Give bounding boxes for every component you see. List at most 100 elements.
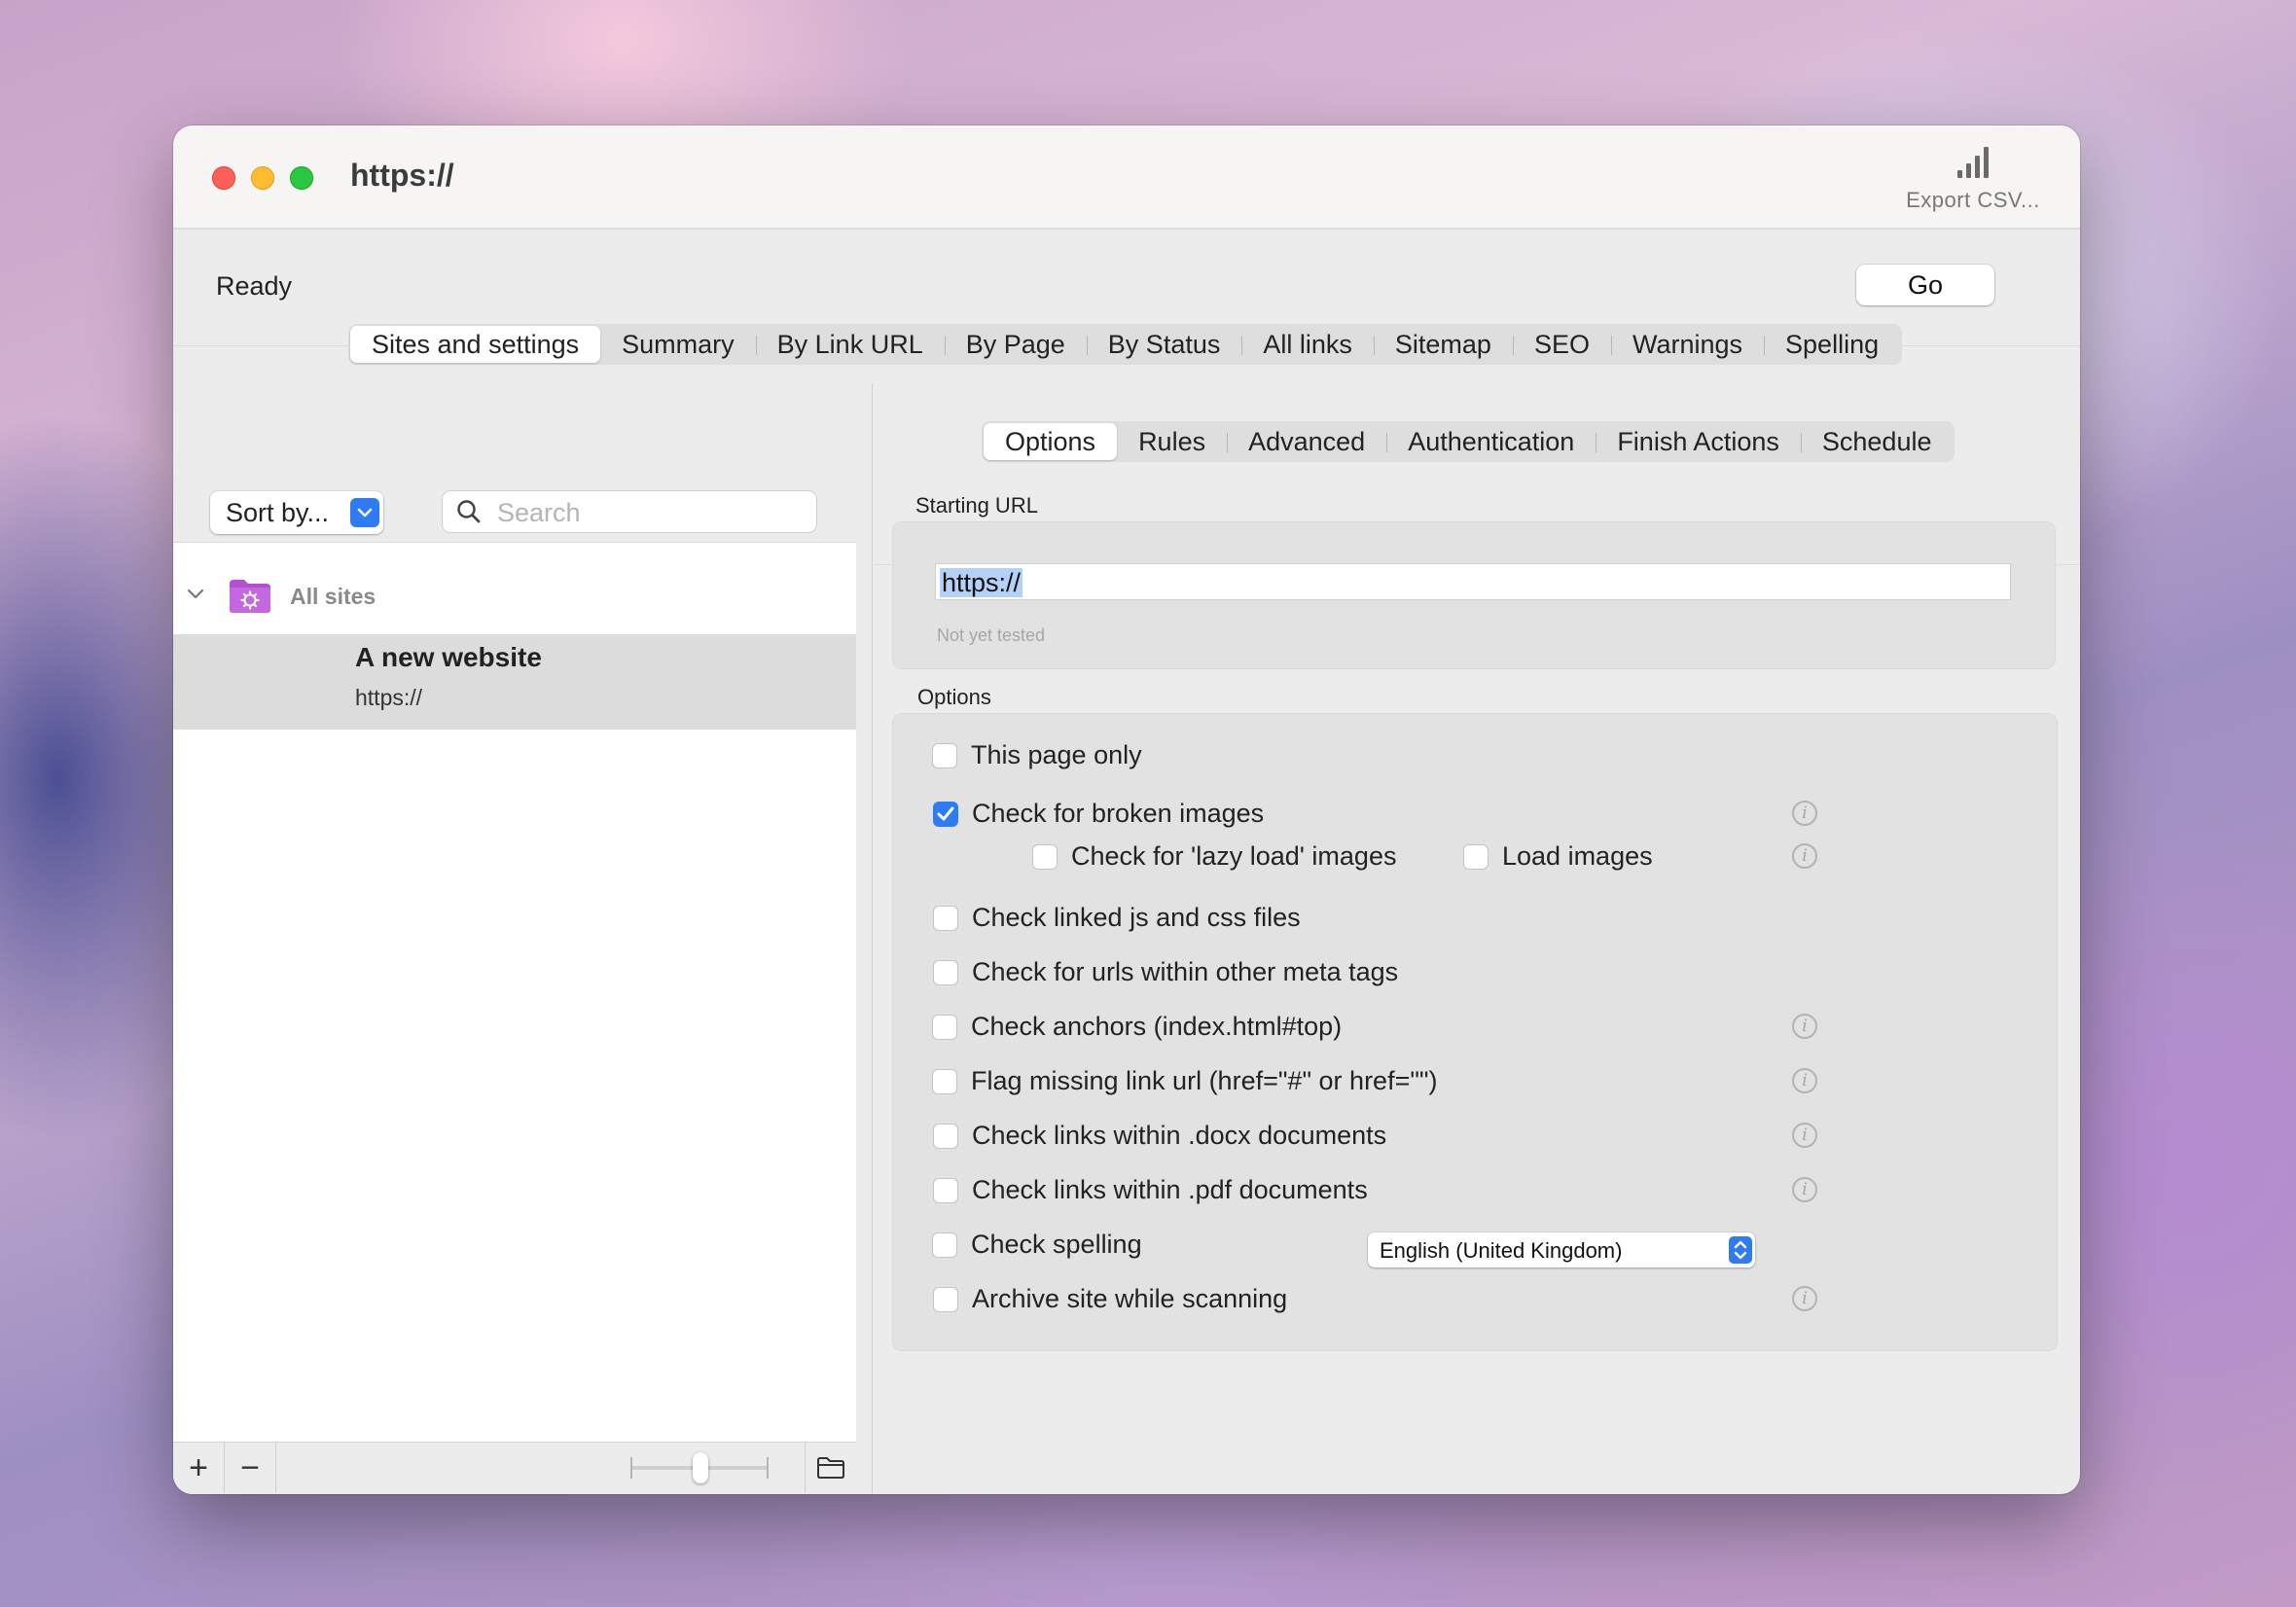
info-icon[interactable]: i [1792, 1177, 1817, 1202]
info-icon[interactable]: i [1792, 843, 1817, 869]
option-label: Check links within .docx documents [972, 1121, 1387, 1150]
checkbox-checked[interactable] [933, 801, 958, 827]
option-lazy-load-images[interactable]: Check for 'lazy load' images [1032, 841, 1396, 872]
tab-by-link-url[interactable]: By Link URL [755, 326, 945, 363]
tab-by-status[interactable]: By Status [1086, 326, 1242, 363]
tab-sitemap[interactable]: Sitemap [1373, 326, 1513, 363]
tab-seo[interactable]: SEO [1512, 326, 1611, 363]
site-search-field[interactable] [443, 491, 816, 532]
tab-warnings[interactable]: Warnings [1610, 326, 1764, 363]
checkbox[interactable] [1463, 843, 1489, 870]
sites-sidebar: Sort by... Search All sites A new websit… [173, 383, 856, 1494]
starting-url-value: https:// [940, 568, 1023, 597]
tab-schedule[interactable]: Schedule [1800, 423, 1954, 460]
tab-options[interactable]: Options [984, 423, 1118, 460]
scan-status: Ready [216, 271, 293, 301]
checkbox[interactable] [933, 959, 958, 985]
tab-all-links[interactable]: All links [1241, 326, 1374, 363]
open-folder-button[interactable] [805, 1443, 856, 1493]
row-size-slider[interactable] [630, 1452, 769, 1483]
zoom-window-button[interactable] [290, 166, 313, 190]
add-site-button[interactable]: + [173, 1443, 225, 1493]
info-icon[interactable]: i [1792, 801, 1817, 826]
tab-finish-actions[interactable]: Finish Actions [1596, 423, 1801, 460]
option-check-docx-links[interactable]: Check links within .docx documents [933, 1121, 1386, 1151]
option-label: This page only [971, 740, 1142, 769]
option-this-page-only[interactable]: This page only [932, 740, 1142, 770]
checkbox[interactable] [933, 1177, 958, 1203]
checkbox[interactable] [933, 1286, 958, 1312]
slider-tick [767, 1457, 769, 1479]
site-list-item[interactable]: A new website https:// [173, 634, 856, 730]
info-icon[interactable]: i [1792, 1014, 1817, 1039]
option-label: Archive site while scanning [972, 1284, 1288, 1313]
option-check-meta-tags[interactable]: Check for urls within other meta tags [933, 957, 1398, 987]
checkmark-icon [937, 806, 954, 820]
starting-url-input[interactable]: https:// [935, 563, 2011, 600]
close-window-button[interactable] [212, 166, 235, 190]
sidebar-bottom-bar: + − [173, 1442, 856, 1494]
title-bar: https:// Export CSV... [173, 125, 2080, 230]
smart-folder-icon [228, 578, 272, 615]
options-heading: Options [917, 685, 991, 709]
site-list: All sites A new website https:// [173, 542, 856, 1443]
settings-tab-bar: Options Rules Advanced Authentication Fi… [982, 421, 1955, 462]
info-icon[interactable]: i [1792, 1068, 1817, 1093]
checkbox[interactable] [932, 1068, 957, 1094]
minimize-window-button[interactable] [251, 166, 274, 190]
spelling-language-dropdown[interactable]: English (United Kingdom) [1368, 1232, 1755, 1268]
app-window: https:// Export CSV... Ready Go Sites an… [173, 125, 2080, 1494]
option-label: Check anchors (index.html#top) [971, 1012, 1343, 1041]
tab-authentication[interactable]: Authentication [1386, 423, 1596, 460]
site-url: https:// [355, 685, 423, 710]
checkbox[interactable] [933, 905, 958, 931]
option-label: Flag missing link url (href="#" or href=… [971, 1066, 1438, 1095]
disclosure-chevron-icon[interactable] [185, 584, 206, 610]
option-label: Check for urls within other meta tags [972, 957, 1399, 986]
tab-sites-and-settings[interactable]: Sites and settings [350, 326, 601, 363]
all-sites-group[interactable]: All sites [173, 572, 856, 621]
tab-summary[interactable]: Summary [600, 326, 756, 363]
checkbox[interactable] [932, 742, 957, 768]
window-title: https:// [350, 158, 454, 193]
option-check-pdf-links[interactable]: Check links within .pdf documents [933, 1175, 1368, 1205]
export-csv-button[interactable]: Export CSV... [1895, 145, 2051, 213]
sort-by-label: Sort by... [226, 498, 330, 527]
info-icon[interactable]: i [1792, 1123, 1817, 1148]
sort-by-dropdown[interactable]: Sort by... [210, 491, 383, 534]
option-archive-site[interactable]: Archive site while scanning [933, 1284, 1287, 1314]
option-check-anchors[interactable]: Check anchors (index.html#top) [932, 1012, 1342, 1042]
checkbox[interactable] [932, 1232, 957, 1258]
option-load-images[interactable]: Load images [1463, 841, 1653, 872]
remove-site-button[interactable]: − [225, 1443, 276, 1493]
option-check-broken-images[interactable]: Check for broken images [933, 799, 1264, 829]
checkbox[interactable] [933, 1123, 958, 1149]
spelling-language-value: English (United Kingdom) [1380, 1238, 1623, 1263]
search-input[interactable] [495, 496, 810, 529]
folder-icon [817, 1457, 844, 1479]
tab-advanced[interactable]: Advanced [1227, 423, 1386, 460]
url-test-status: Not yet tested [937, 625, 1046, 645]
group-label: All sites [290, 584, 377, 609]
options-box: This page only Check for broken images i… [892, 713, 2058, 1351]
panel-divider[interactable] [872, 383, 873, 1494]
chevron-down-icon [350, 498, 379, 527]
option-label: Check linked js and css files [972, 903, 1301, 932]
option-check-js-css[interactable]: Check linked js and css files [933, 903, 1301, 933]
export-csv-label: Export CSV... [1906, 188, 2040, 212]
tab-rules[interactable]: Rules [1117, 423, 1227, 460]
option-check-spelling[interactable]: Check spelling [932, 1230, 1142, 1260]
info-icon[interactable]: i [1792, 1286, 1817, 1311]
checkbox[interactable] [932, 1014, 957, 1040]
checkbox[interactable] [1032, 843, 1058, 870]
slider-knob[interactable] [693, 1452, 708, 1483]
go-button[interactable]: Go [1856, 265, 1994, 305]
option-flag-missing-link-url[interactable]: Flag missing link url (href="#" or href=… [932, 1066, 1438, 1096]
slider-tick [630, 1457, 632, 1479]
option-label: Check links within .pdf documents [972, 1175, 1368, 1204]
starting-url-heading: Starting URL [915, 493, 1038, 518]
tab-spelling[interactable]: Spelling [1764, 326, 1900, 363]
tab-by-page[interactable]: By Page [944, 326, 1087, 363]
settings-panel: Options Rules Advanced Authentication Fi… [874, 383, 2080, 1494]
signal-bars-icon [1955, 145, 1991, 178]
